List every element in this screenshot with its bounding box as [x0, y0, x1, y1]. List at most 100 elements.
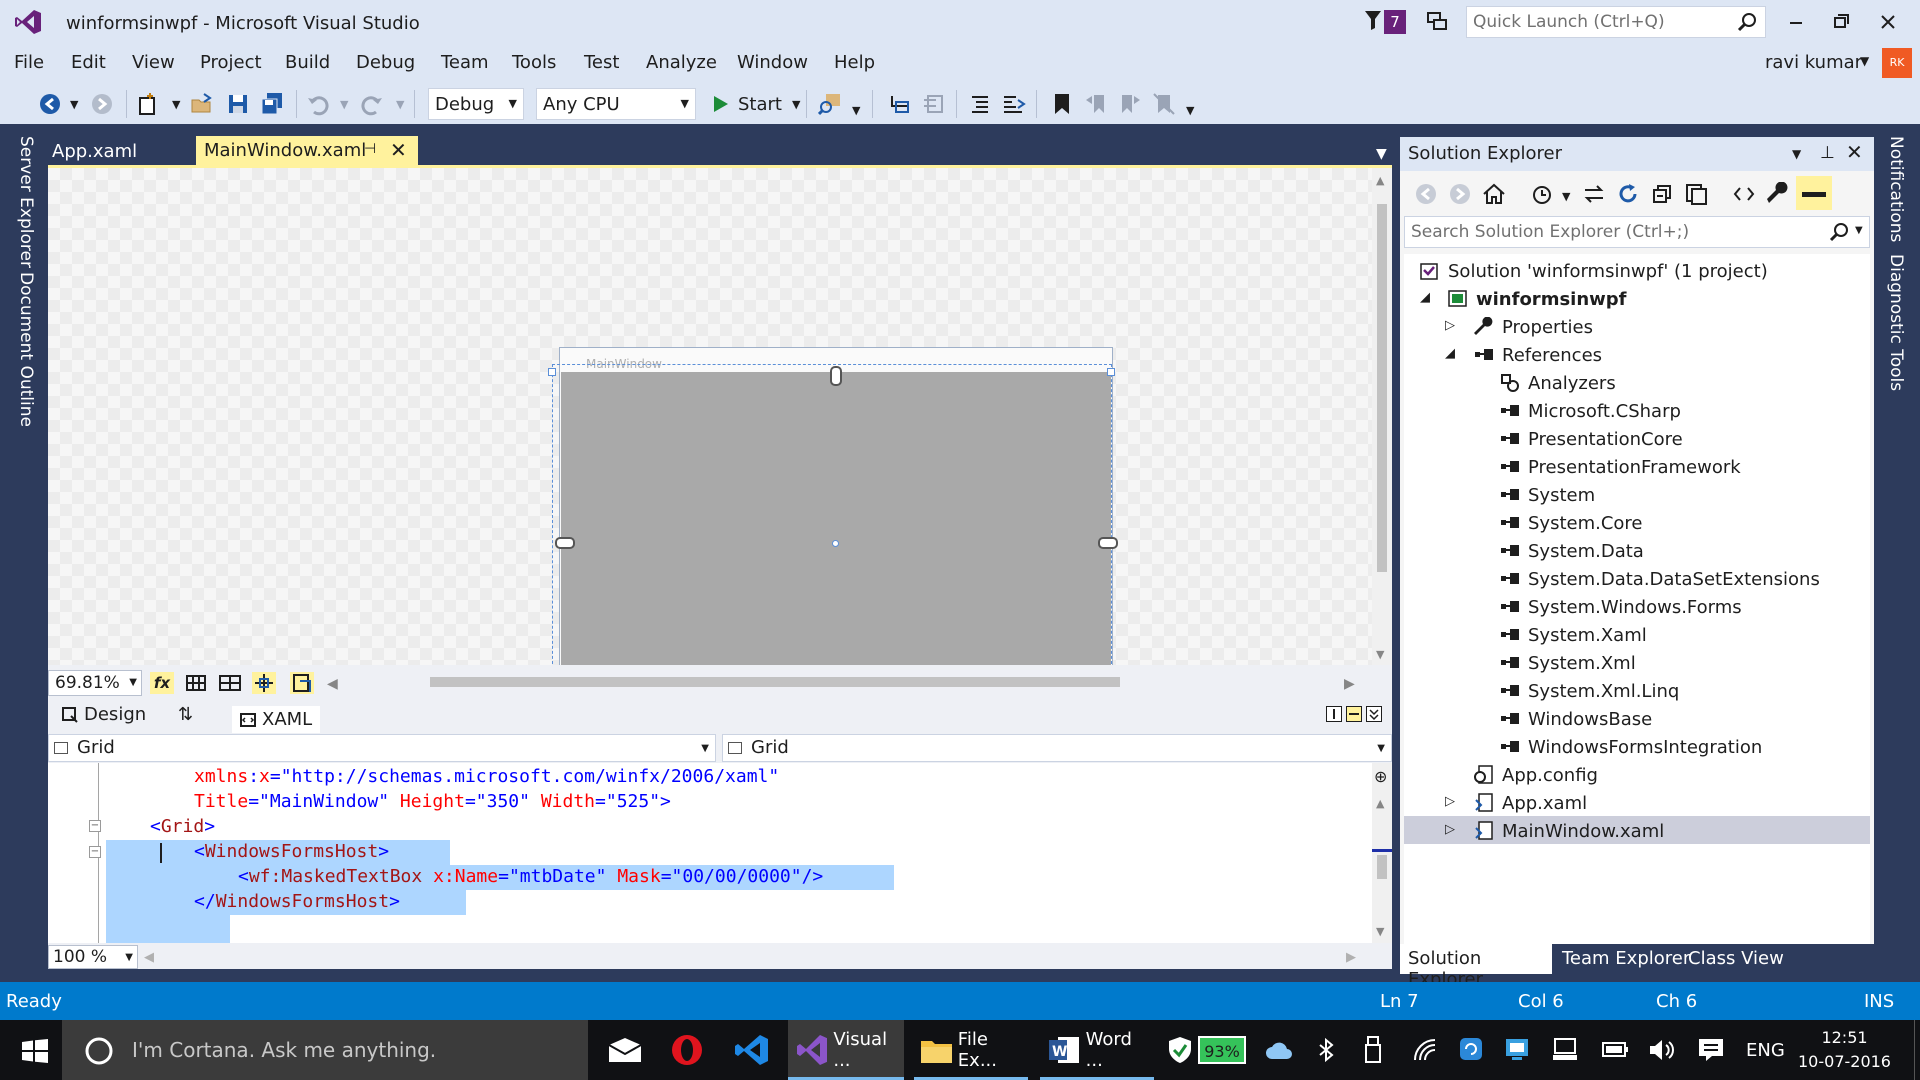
undo-icon[interactable] [306, 92, 330, 116]
menu-analyze[interactable]: Analyze [646, 52, 717, 73]
tree-reference-node[interactable]: PresentationFramework [1500, 453, 1741, 481]
scroll-down-icon[interactable]: ▼ [1376, 648, 1384, 661]
tree-reference-node[interactable]: System.Xml [1500, 649, 1636, 677]
snap-to-gridlines-icon[interactable] [218, 672, 242, 694]
menu-tools[interactable]: Tools [512, 52, 556, 73]
redo-icon[interactable] [360, 92, 384, 116]
start-debugging-button[interactable]: Start ▼ [712, 90, 800, 118]
save-all-icon[interactable] [260, 92, 284, 116]
quick-launch-input[interactable]: Quick Launch (Ctrl+Q) [1466, 6, 1766, 38]
window-position-dropdown-icon[interactable]: ▼ [1792, 147, 1801, 161]
tree-reference-node[interactable]: Analyzers [1500, 369, 1616, 397]
preview-selected-items-button[interactable] [1796, 176, 1832, 210]
element-member-select[interactable]: Grid ▼ [722, 734, 1392, 762]
vertical-split-icon[interactable] [1326, 706, 1342, 722]
tree-solution-node[interactable]: Solution 'winformsinwpf' (1 project) [1420, 257, 1768, 285]
scroll-right-icon[interactable]: ▶ [1344, 676, 1355, 692]
uncomment-lines-icon[interactable] [1002, 92, 1026, 116]
snap-to-snaplines-icon[interactable] [290, 672, 314, 694]
menu-debug[interactable]: Debug [356, 52, 415, 73]
taskbar-visual-studio-button[interactable]: Visual ... [788, 1020, 904, 1080]
volume-icon[interactable] [1648, 1038, 1676, 1062]
tree-project-node[interactable]: winformsinwpf [1448, 285, 1627, 313]
collapsed-arrow-icon[interactable]: ▷ [1445, 794, 1455, 809]
diagnostic-tools-tab[interactable]: Diagnostic Tools [1882, 254, 1906, 391]
properties-wrench-icon[interactable] [1766, 182, 1790, 206]
menu-team[interactable]: Team [441, 52, 489, 73]
tree-reference-node[interactable]: System.Windows.Forms [1500, 593, 1742, 621]
user-menu-caret-icon[interactable]: ▼ [1860, 54, 1869, 68]
action-center-icon[interactable] [1698, 1038, 1724, 1062]
tree-references-node[interactable]: References [1474, 341, 1602, 369]
show-desktop-button[interactable] [1914, 1020, 1920, 1080]
bluetooth-icon[interactable] [1318, 1038, 1334, 1062]
new-project-dropdown-icon[interactable]: ▼ [172, 98, 180, 111]
taskbar-clock[interactable]: 12:51 10-07-2016 [1798, 1026, 1891, 1074]
tree-reference-node[interactable]: WindowsFormsIntegration [1500, 733, 1762, 761]
se-back-icon[interactable] [1414, 182, 1438, 206]
feedback-icon[interactable] [1426, 10, 1448, 32]
tree-reference-node[interactable]: System.Core [1500, 509, 1643, 537]
xaml-code-editor[interactable]: xmlns:x="http://schemas.microsoft.com/wi… [48, 763, 1372, 943]
solution-configuration-select[interactable]: Debug ▼ [428, 88, 524, 120]
close-window-button[interactable] [1868, 8, 1908, 36]
view-code-icon[interactable] [1732, 182, 1756, 206]
pin-tab-icon[interactable]: ⊣ [364, 141, 376, 157]
resize-handle[interactable] [548, 368, 556, 376]
save-icon[interactable] [226, 92, 250, 116]
server-explorer-tab[interactable]: Server Explorer [12, 136, 36, 268]
notification-count-badge[interactable]: 7 [1384, 10, 1406, 34]
navigate-back-icon[interactable] [38, 92, 62, 116]
minimize-button[interactable] [1776, 8, 1816, 36]
tree-reference-node[interactable]: System.Xaml [1500, 621, 1647, 649]
menu-edit[interactable]: Edit [71, 52, 106, 73]
resize-handle[interactable] [1107, 368, 1115, 376]
tree-reference-node[interactable]: WindowsBase [1500, 705, 1652, 733]
toolbar-overflow-icon[interactable]: ▼ [1186, 104, 1194, 117]
tree-reference-node[interactable]: System.Xml.Linq [1500, 677, 1679, 705]
find-in-files-icon[interactable] [818, 92, 842, 116]
split-editor-icon[interactable]: ⊕ [1374, 767, 1387, 786]
element-scope-select[interactable]: Grid ▼ [48, 734, 716, 762]
sync-with-document-icon[interactable] [1582, 182, 1606, 206]
display-icon[interactable] [1552, 1036, 1578, 1062]
tree-app-config-node[interactable]: App.config [1474, 761, 1598, 789]
clear-bookmarks-icon[interactable] [1152, 92, 1176, 116]
taskbar-opera-icon[interactable] [662, 1020, 712, 1080]
expanded-arrow-icon[interactable]: ◢ [1445, 346, 1455, 361]
editor-zoom-select[interactable]: 100 % ▼ [48, 945, 138, 969]
scroll-thumb[interactable] [1377, 204, 1387, 572]
collapse-all-icon[interactable] [1650, 182, 1674, 206]
open-file-icon[interactable] [190, 92, 214, 116]
tab-class-view[interactable]: Class View [1680, 944, 1792, 974]
scroll-right-icon[interactable]: ▶ [1346, 950, 1356, 965]
scroll-thumb[interactable] [430, 677, 1120, 687]
cortana-search-box[interactable]: I'm Cortana. Ask me anything. [62, 1020, 588, 1080]
horizontal-split-icon[interactable] [1346, 706, 1362, 722]
tab-xaml[interactable]: XAML [232, 706, 321, 733]
step-over-icon[interactable] [922, 92, 946, 116]
tab-app-xaml[interactable]: App.xaml [48, 137, 193, 165]
menu-window[interactable]: Window [737, 52, 808, 73]
sync-app-icon[interactable] [1458, 1036, 1484, 1062]
undo-dropdown-icon[interactable]: ▼ [340, 98, 348, 111]
swap-panes-icon[interactable]: ⇅ [178, 704, 193, 725]
menu-test[interactable]: Test [584, 52, 619, 73]
step-into-icon[interactable] [888, 92, 912, 116]
se-forward-icon[interactable] [1448, 182, 1472, 206]
input-language[interactable]: ENG [1746, 1040, 1785, 1061]
power-battery-icon[interactable] [1600, 1038, 1628, 1060]
scroll-down-icon[interactable]: ▼ [1376, 925, 1384, 938]
menu-help[interactable]: Help [834, 52, 875, 73]
tab-team-explorer[interactable]: Team Explorer [1554, 944, 1698, 974]
pin-panel-icon[interactable]: ⊥ [1820, 143, 1835, 163]
solution-platform-select[interactable]: Any CPU ▼ [536, 88, 696, 120]
menu-view[interactable]: View [132, 52, 175, 73]
scroll-up-icon[interactable]: ▲ [1376, 174, 1384, 187]
windows-start-icon[interactable] [22, 1039, 48, 1063]
solution-explorer-search-input[interactable]: Search Solution Explorer (Ctrl+;) ▼ [1404, 216, 1870, 248]
monitor-app-icon[interactable] [1504, 1036, 1530, 1062]
usb-device-icon[interactable] [1364, 1036, 1382, 1064]
designer-zoom-select[interactable]: 69.81% ▼ [48, 670, 142, 696]
user-name[interactable]: ravi kumar [1765, 52, 1862, 73]
